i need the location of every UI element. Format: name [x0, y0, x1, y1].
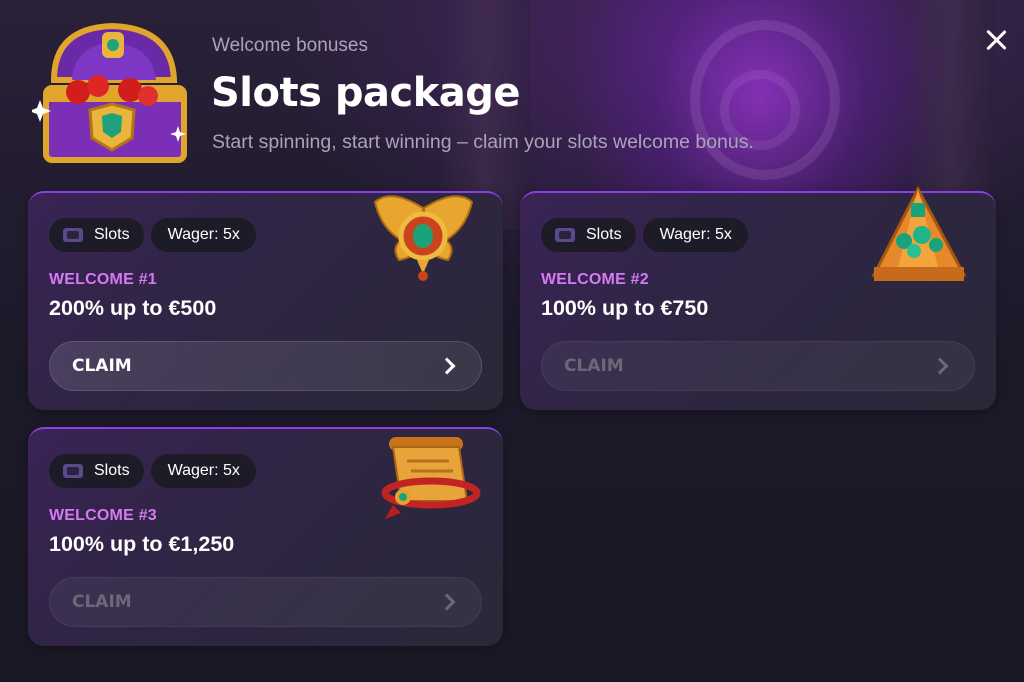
category-chip-label: Slots: [94, 226, 130, 243]
treasure-chest-icon: [32, 22, 187, 163]
page-title: Slots package: [211, 70, 521, 116]
welcome-label: WELCOME #2: [541, 271, 649, 288]
category-chip: Slots: [49, 454, 144, 488]
welcome-label: WELCOME #3: [49, 507, 157, 524]
category-chip-label: Slots: [586, 226, 622, 243]
chevron-right-icon: [931, 357, 949, 375]
wager-chip-label: Wager: 5x: [659, 226, 732, 243]
winged-scarab-amulet-icon: [373, 195, 474, 281]
bonus-card: Slots Wager: 5x WELCOME #3 100% up to €1…: [28, 427, 503, 646]
category-chip: Slots: [49, 218, 144, 252]
claim-button-label: CLAIM: [72, 356, 132, 376]
chevron-right-icon: [438, 593, 456, 611]
slot-machine-icon: [555, 228, 575, 242]
wager-chip: Wager: 5x: [150, 454, 256, 488]
wager-chip-label: Wager: 5x: [167, 462, 240, 479]
category-chip-label: Slots: [94, 462, 130, 479]
wager-chip-label: Wager: 5x: [167, 226, 240, 243]
category-chip: Slots: [541, 218, 636, 252]
offer-text: 100% up to €1,250: [49, 532, 235, 556]
page-kicker: Welcome bonuses: [212, 35, 368, 56]
chevron-right-icon: [438, 357, 456, 375]
claim-button[interactable]: CLAIM: [49, 577, 482, 627]
slot-machine-icon: [63, 464, 83, 478]
claim-button[interactable]: CLAIM: [49, 341, 482, 391]
claim-button-label: CLAIM: [72, 592, 132, 612]
slot-machine-icon: [63, 228, 83, 242]
offer-text: 200% up to €500: [49, 296, 217, 320]
ancient-scroll-icon: [381, 437, 481, 519]
offer-text: 100% up to €750: [541, 296, 709, 320]
claim-button[interactable]: CLAIM: [541, 341, 975, 391]
bonus-card: Slots Wager: 5x WELCOME #2 100% up to €7…: [520, 185, 996, 410]
wager-chip: Wager: 5x: [642, 218, 748, 252]
golden-pyramid-gems-icon: [871, 185, 967, 281]
bonus-card: Slots Wager: 5x WELCOME #1 200% up to €5…: [28, 191, 503, 410]
page-subtitle: Start spinning, start winning – claim yo…: [212, 131, 754, 153]
welcome-label: WELCOME #1: [49, 271, 157, 288]
wager-chip: Wager: 5x: [150, 218, 256, 252]
close-icon[interactable]: [982, 26, 1010, 54]
claim-button-label: CLAIM: [564, 356, 624, 376]
